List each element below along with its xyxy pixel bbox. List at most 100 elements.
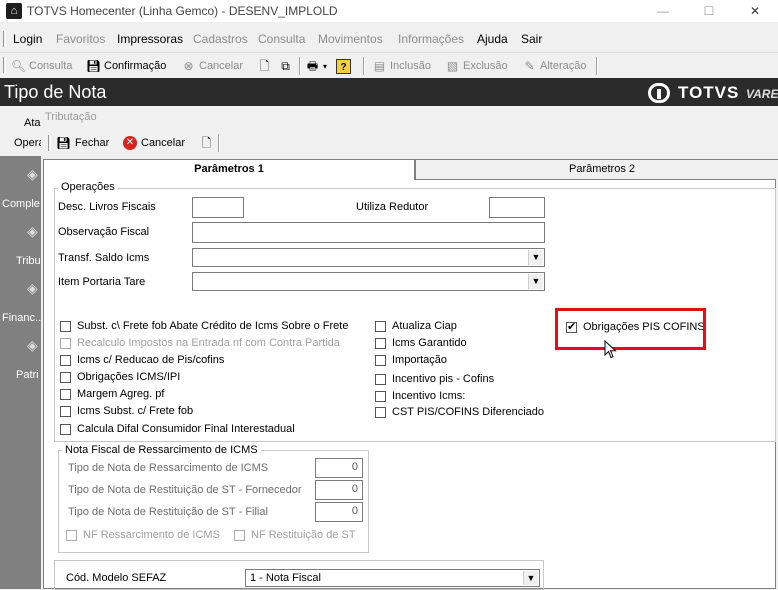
menu-informacoes[interactable]: Informações (398, 32, 464, 46)
inclusao-button[interactable]: ▤ Inclusão (372, 57, 431, 75)
dialog-toolbar: 💾︎ Fechar ✕ Cancelar 🗋 (45, 131, 220, 155)
checkbox-box[interactable] (60, 371, 71, 383)
totvs-logo-icon (648, 83, 670, 103)
checkbox-box[interactable] (375, 373, 386, 385)
checkbox-importacao[interactable]: Importação (375, 354, 447, 366)
menu-ajuda[interactable]: Ajuda (477, 32, 508, 46)
restituicao-fornecedor-label: Tipo de Nota de Restituição de ST - Forn… (68, 484, 302, 496)
checkbox-label: Margem Agreg. pf (77, 388, 165, 400)
desc-livros-input[interactable] (192, 197, 244, 218)
restituicao-filial-input[interactable]: 0 (315, 502, 363, 522)
consulta-button[interactable]: 🔍︎ Consulta (11, 57, 72, 75)
menu-favoritos[interactable]: Favoritos (56, 32, 105, 46)
checkbox-box[interactable] (60, 354, 71, 366)
copy-button[interactable]: ⧉ (278, 57, 293, 75)
page-header: Tipo de Nota TOTVS VAREJ (0, 78, 778, 106)
checkbox-atualiza-ciap[interactable]: Atualiza Ciap (375, 320, 457, 332)
checkbox-calcula-difal[interactable]: Calcula Difal Consumidor Final Interesta… (60, 423, 295, 435)
checkbox-subst-frete-fob[interactable]: Subst. c\ Frete fob Abate Crédito de Icm… (60, 320, 348, 332)
checkbox-box[interactable] (375, 390, 386, 402)
checkbox-label: Obrigações ICMS/IPI (77, 371, 181, 383)
checkbox-nf-ressarcimento[interactable]: NF Ressarcimento de ICMS (66, 529, 220, 541)
exclusao-label: Exclusão (463, 60, 508, 72)
checkbox-recalculo-impostos[interactable]: Recalculo Impostos na Entrada nf com Con… (60, 337, 340, 349)
checkbox-icms-reducao-pis[interactable]: Icms c/ Reducao de Pis/cofins (60, 354, 224, 366)
tab-parametros-1[interactable]: Parâmetros 1 (43, 159, 415, 180)
brand-subtitle: VAREJ (746, 87, 778, 101)
cancelar-button[interactable]: ✕ Cancelar (123, 134, 185, 152)
minimize-button[interactable]: — (640, 0, 686, 22)
menu-cadastros[interactable]: Cadastros (193, 32, 248, 46)
checkbox-box[interactable] (60, 388, 71, 400)
menu-sair[interactable]: Sair (521, 32, 542, 46)
menu-impressoras[interactable]: Impressoras (117, 32, 183, 46)
toolbar-separator (299, 57, 301, 75)
new-document-button[interactable]: 🗋 (257, 57, 272, 75)
checkbox-obrigacoes-icms-ipi[interactable]: Obrigações ICMS/IPI (60, 371, 180, 383)
restituicao-fornecedor-input[interactable]: 0 (315, 480, 363, 500)
dialog-new-button[interactable]: 🗋 (199, 134, 214, 152)
sefaz-selected-value: 1 - Nota Fiscal (250, 572, 321, 584)
tab-panel: Operações Desc. Livros Fiscais Utiliza R… (43, 179, 776, 590)
checkbox-label: Icms Subst. c/ Frete fob (77, 405, 194, 417)
restituicao-filial-label: Tipo de Nota de Restituição de ST - Fili… (68, 506, 268, 518)
item-portaria-select[interactable]: ▼ (192, 272, 545, 291)
checkbox-icms-subst-frete[interactable]: Icms Subst. c/ Frete fob (60, 405, 193, 417)
checkbox-incentivo-pis-cofins[interactable]: Incentivo pis - Cofins (375, 373, 494, 385)
fechar-button[interactable]: 💾︎ Fechar (56, 134, 109, 152)
observacao-input[interactable] (192, 222, 545, 243)
print-button[interactable]: 🖶 ▾ (305, 57, 327, 75)
help-button[interactable]: ? (336, 57, 351, 75)
dialog-toolbar-grip (48, 135, 51, 151)
checkbox-box[interactable] (375, 320, 386, 332)
background-tab-label-2: Opera (14, 137, 45, 149)
cancelar-toolbar-button[interactable]: ⊗ Cancelar (181, 57, 243, 75)
sefaz-select[interactable]: 1 - Nota Fiscal ▼ (245, 569, 540, 587)
toolbar-separator-3 (596, 57, 598, 75)
transf-saldo-select[interactable]: ▼ (192, 248, 545, 267)
menu-login[interactable]: Login (13, 32, 42, 46)
checkbox-box[interactable] (60, 337, 71, 349)
sidebar-item-financ[interactable]: Financ... (2, 312, 42, 324)
checkbox-nf-restituicao[interactable]: NF Restituição de ST (234, 529, 356, 541)
checkbox-icms-garantido[interactable]: Icms Garantido (375, 337, 467, 349)
checkbox-box[interactable] (66, 529, 77, 541)
toolbar-separator-2 (363, 57, 365, 75)
sidebar-item-comple[interactable]: Comple (2, 198, 42, 210)
document-icon: 🗋 (201, 135, 212, 150)
checkbox-label: Incentivo pis - Cofins (392, 373, 495, 385)
checkbox-margem-agreg[interactable]: Margem Agreg. pf (60, 388, 164, 400)
close-window-button[interactable]: ✕ (732, 0, 778, 22)
sidebar-icon-4: ◈ (27, 337, 38, 353)
exclusao-button[interactable]: ▧ Exclusão (445, 57, 508, 75)
menu-movimentos[interactable]: Movimentos (318, 32, 383, 46)
checkbox-box[interactable] (234, 529, 245, 541)
chevron-down-icon[interactable]: ▼ (528, 274, 543, 289)
tab-parametros-2[interactable]: Parâmetros 2 (415, 159, 778, 179)
page-title: Tipo de Nota (4, 82, 107, 102)
chevron-down-icon[interactable]: ▼ (523, 571, 538, 585)
checkbox-box[interactable] (375, 406, 386, 418)
menu-bar: Login Favoritos Impressoras Cadastros Co… (0, 28, 778, 50)
checkbox-box[interactable] (60, 320, 71, 332)
checkbox-label: CST PIS/COFINS Diferenciado (392, 406, 545, 418)
sefaz-label: Cód. Modelo SEFAZ (66, 572, 167, 584)
checkbox-box[interactable] (375, 337, 386, 349)
maximize-button[interactable]: ☐ (686, 0, 732, 22)
menu-consulta[interactable]: Consulta (258, 32, 305, 46)
cancelar-label: Cancelar (141, 137, 186, 149)
main-toolbar: 🔍︎ Consulta 💾︎ Confirmação ⊗ Cancelar 🗋 … (0, 52, 778, 77)
checkbox-box[interactable] (375, 354, 386, 366)
sidebar-icon-3: ◈ (27, 280, 38, 296)
utiliza-redutor-label: Utiliza Redutor (356, 201, 429, 213)
chevron-down-icon[interactable]: ▼ (528, 250, 543, 265)
checkbox-box[interactable] (60, 405, 71, 417)
confirmacao-button[interactable]: 💾︎ Confirmação (86, 57, 166, 75)
ressarcimento-input[interactable]: 0 (315, 458, 363, 478)
utiliza-redutor-input[interactable] (489, 197, 545, 218)
checkbox-box[interactable] (60, 423, 71, 435)
checkbox-incentivo-icms[interactable]: Incentivo Icms: (375, 390, 465, 402)
alteracao-button[interactable]: ✎ Alteração (522, 57, 586, 75)
window-titlebar: ⌂ TOTVS Homecenter (Linha Gemco) - DESEN… (0, 0, 778, 22)
checkbox-cst-pis-cofins[interactable]: CST PIS/COFINS Diferenciado (375, 406, 544, 418)
